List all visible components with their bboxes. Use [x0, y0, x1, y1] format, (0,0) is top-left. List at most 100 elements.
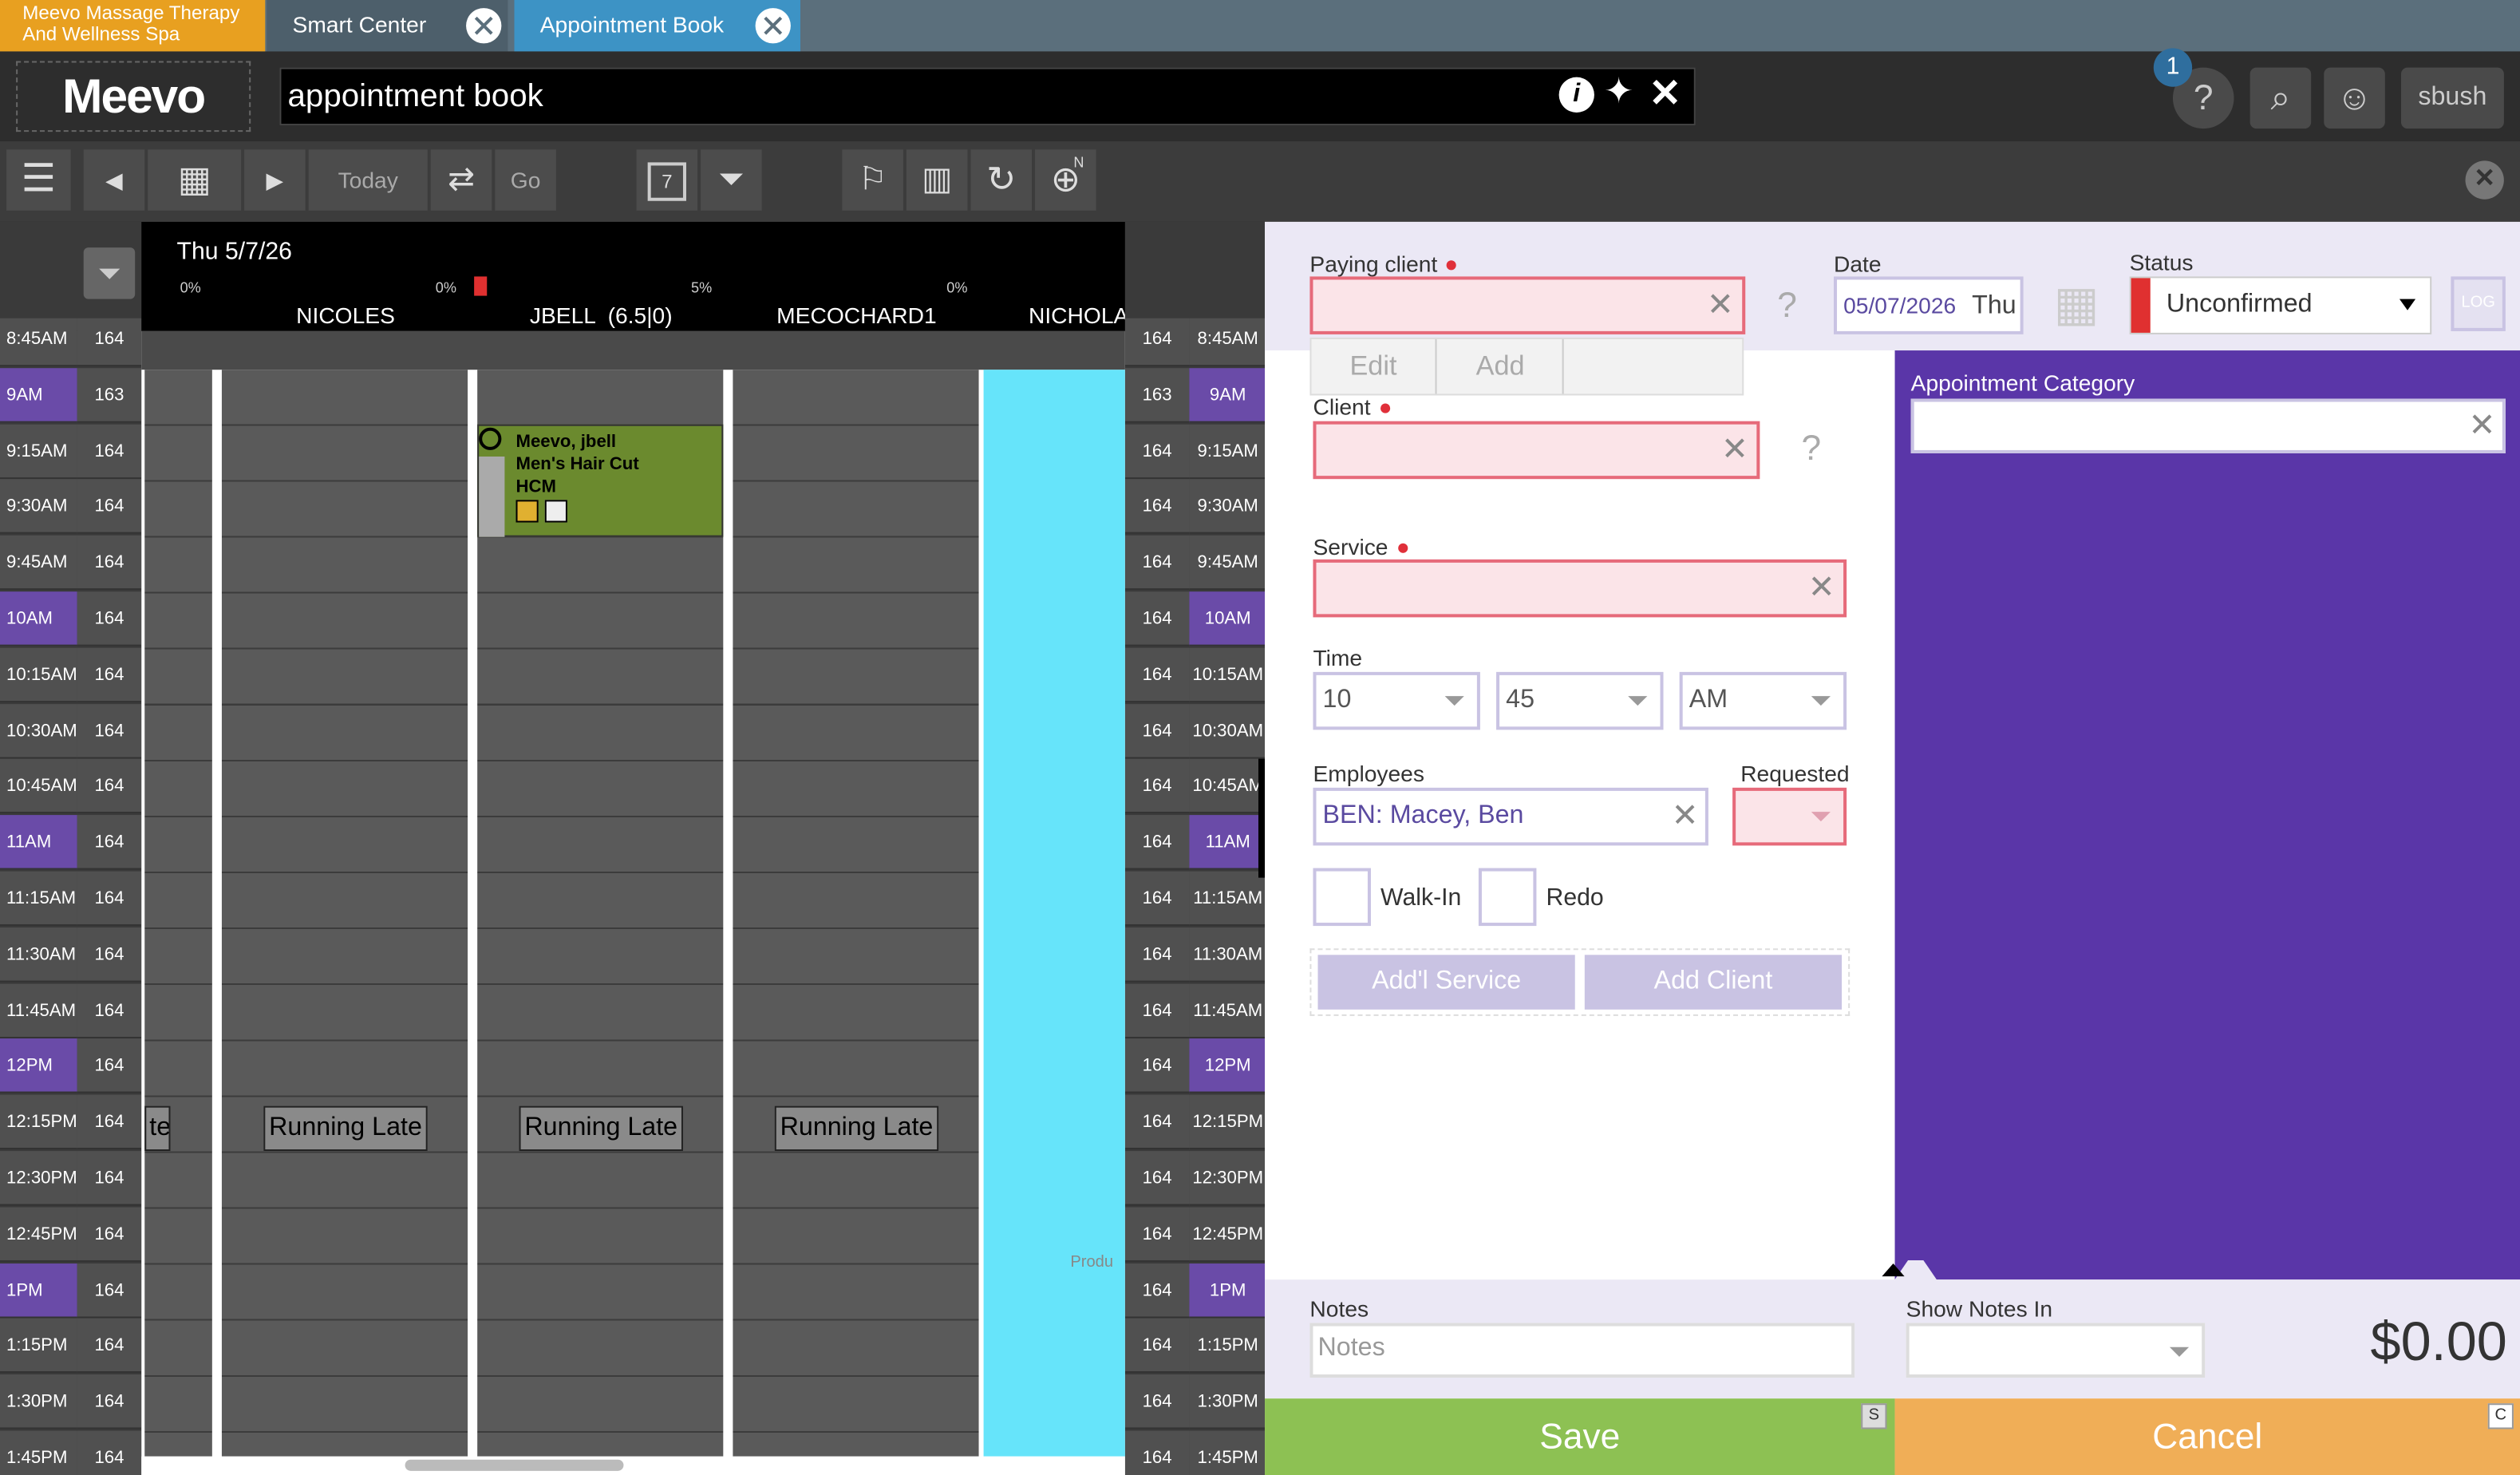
client-lookup-icon[interactable]: ? — [1758, 276, 1816, 334]
column-header-nicoles[interactable]: NICOLES — [217, 303, 474, 328]
business-name-tab[interactable]: Meevo Massage Therapy And Wellness Spa — [0, 0, 266, 52]
time-slot-label: 8:45AM — [1189, 318, 1266, 367]
client-input[interactable] — [1313, 421, 1760, 480]
date-label: Date — [1834, 251, 1882, 277]
notes-label: Notes — [1309, 1295, 1369, 1322]
time-slot-label: 11:30AM — [0, 927, 77, 983]
walk-in-checkbox[interactable] — [1313, 868, 1371, 927]
clear-employee-icon[interactable]: ✕ — [1672, 801, 1699, 832]
appointment-code: HCM — [515, 477, 556, 497]
clear-service-icon[interactable]: ✕ — [1808, 572, 1835, 604]
crosshair-icon[interactable]: ⊕ — [1035, 149, 1096, 211]
clear-search-icon[interactable]: ✕ — [1649, 71, 1681, 117]
column-header-nichola[interactable]: NICHOLA — [984, 303, 1125, 328]
time-slot-label: 1:15PM — [1189, 1319, 1266, 1374]
today-button[interactable]: Today — [308, 149, 428, 211]
paying-client-input[interactable] — [1309, 276, 1746, 334]
clear-category-icon[interactable]: ✕ — [2469, 410, 2496, 442]
slot-count: 164 — [77, 1094, 142, 1150]
slot-count: 164 — [1124, 871, 1190, 927]
appointment-category-label: Appointment Category — [1910, 370, 2135, 396]
slot-count: 164 — [77, 1151, 142, 1206]
ampm-select[interactable]: AM — [1679, 671, 1847, 730]
day-calendar-icon[interactable]: 7 — [636, 149, 698, 211]
sparkle-icon[interactable]: ✦ — [1604, 71, 1633, 113]
history-icon[interactable]: ⇄ — [430, 149, 492, 211]
requested-select[interactable] — [1732, 787, 1847, 846]
running-late-label: te — [144, 1105, 171, 1152]
add-client-button[interactable]: Add — [1439, 338, 1564, 394]
cancel-button[interactable]: Cancel — [1894, 1398, 2520, 1475]
column-utilization: 0% — [946, 279, 968, 296]
close-tab-icon[interactable] — [466, 8, 502, 44]
show-notes-in-select[interactable] — [1906, 1323, 2206, 1378]
calendar-grid-icon[interactable]: ▦ — [148, 149, 242, 211]
barcode-icon[interactable]: ▥ — [906, 149, 968, 211]
scrollbar-thumb[interactable] — [405, 1459, 624, 1471]
client-label: Client — [1313, 393, 1390, 420]
time-slot-label: 12:45PM — [0, 1207, 77, 1262]
close-tab-icon[interactable] — [755, 8, 791, 44]
schedule-column-nichola[interactable] — [983, 370, 1125, 1457]
time-label: Time — [1313, 644, 1363, 670]
time-slot-label: 1PM — [1189, 1263, 1266, 1318]
info-icon[interactable]: i — [1558, 77, 1594, 113]
time-slot-label: 12PM — [1189, 1038, 1266, 1094]
clear-paying-client-icon[interactable]: ✕ — [1707, 290, 1734, 322]
next-day-icon[interactable]: ▶ — [244, 149, 306, 211]
add-service-button[interactable]: Add'l Service — [1317, 955, 1575, 1010]
client-search-icon[interactable]: ? — [1781, 418, 1843, 480]
schedule-column[interactable] — [144, 370, 212, 1457]
chevron-down-icon — [2169, 1346, 2190, 1357]
date-picker-icon[interactable]: ▦ — [2048, 276, 2106, 334]
time-slot-label: 12:30PM — [0, 1151, 77, 1206]
tab-label: Appointment Book — [539, 11, 725, 38]
time-slot-label: 12PM — [0, 1038, 77, 1094]
slot-count: 163 — [77, 367, 142, 423]
slot-count: 164 — [77, 479, 142, 535]
close-panel-icon[interactable]: ✕ — [2465, 160, 2504, 200]
chevron-down-icon — [1811, 812, 1831, 822]
search-icon[interactable]: ⌕ — [2249, 67, 2312, 129]
refresh-icon[interactable]: ↻ — [970, 149, 1033, 211]
minute-select[interactable]: 45 — [1496, 671, 1664, 730]
user-button[interactable]: sbush — [2400, 67, 2504, 129]
save-button[interactable]: Save — [1265, 1398, 1895, 1475]
time-slot-label: 9:30AM — [0, 479, 77, 535]
slot-count: 164 — [1124, 318, 1190, 367]
hour-select[interactable]: 10 — [1313, 671, 1480, 730]
collapse-arrow-icon[interactable] — [1882, 1263, 1905, 1277]
redo-checkbox[interactable] — [1478, 868, 1537, 927]
previous-day-icon[interactable]: ◀ — [83, 149, 145, 211]
slot-count: 164 — [77, 591, 142, 647]
column-filter-icon[interactable]: ⏷ — [83, 247, 136, 299]
time-slot-label: 10AM — [1189, 591, 1266, 647]
appointment-category-input[interactable] — [1910, 398, 2506, 453]
time-slot-label: 10AM — [0, 591, 77, 647]
column-utilization: 0% — [180, 279, 201, 296]
schedule-column-nicoles[interactable] — [221, 370, 468, 1457]
service-input[interactable] — [1313, 559, 1847, 618]
menu-icon[interactable]: ☰ — [6, 149, 71, 211]
add-client-button[interactable]: Add Client — [1584, 955, 1843, 1010]
search-input[interactable]: appointment book — [279, 67, 1696, 126]
chevron-down-icon — [1628, 696, 1648, 706]
robot-assistant-icon[interactable]: ☺ — [2324, 67, 2385, 129]
edit-client-button[interactable]: Edit — [1311, 338, 1437, 394]
slot-count: 164 — [1124, 1374, 1190, 1430]
running-late-label: Running Late — [774, 1105, 939, 1152]
clear-client-icon[interactable]: ✕ — [1721, 434, 1748, 466]
log-button[interactable]: LOG — [2451, 276, 2506, 331]
go-button[interactable]: Go — [495, 149, 556, 211]
signpost-icon[interactable]: ⚐ — [842, 149, 903, 211]
horizontal-scrollbar[interactable] — [141, 1456, 1125, 1475]
employee-input[interactable]: BEN: Macey, Ben — [1313, 787, 1708, 846]
schedule-column-mecochard1[interactable] — [733, 370, 979, 1457]
date-input[interactable]: 05/07/2026 Thu — [1834, 276, 2024, 334]
column-header-mecochard1[interactable]: MECOCHARD1 — [728, 303, 985, 328]
notes-input[interactable]: Notes — [1309, 1323, 1855, 1378]
time-slot-label: 11AM — [1189, 815, 1266, 870]
filter-icon[interactable]: ⏷ — [701, 149, 762, 211]
status-label: Status — [2129, 249, 2194, 275]
column-header-jbell[interactable]: JBELL (6.5|0) — [472, 303, 729, 328]
